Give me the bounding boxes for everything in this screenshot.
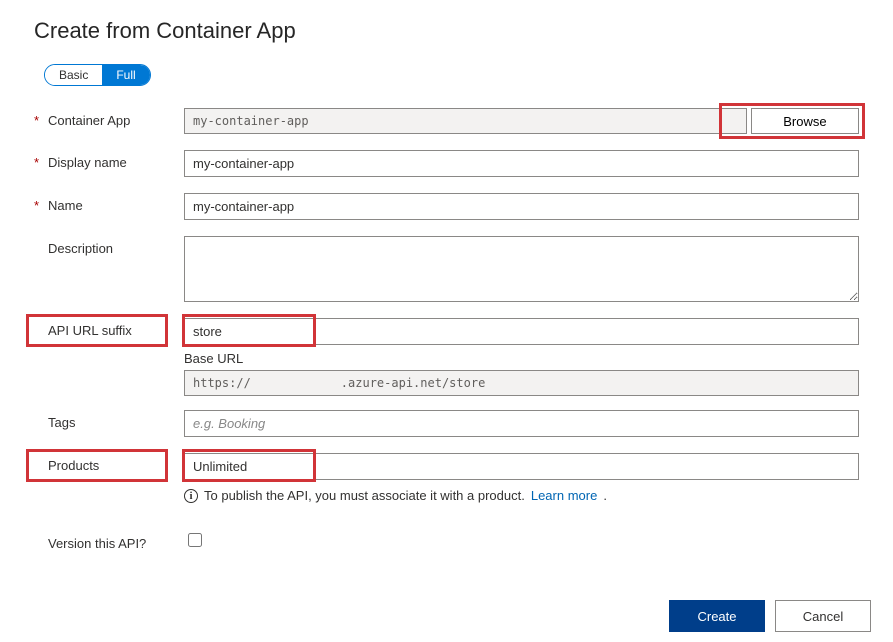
label-name: Name xyxy=(48,198,83,213)
required-star: * xyxy=(34,155,44,170)
row-products: Products To publish the API, you must as… xyxy=(34,453,859,503)
container-app-field xyxy=(184,108,747,134)
row-description: Description xyxy=(34,236,859,302)
base-url-field: https:// .azure-api.net/store xyxy=(184,370,859,396)
version-this-api-checkbox[interactable] xyxy=(188,533,202,547)
row-name: * Name xyxy=(34,193,859,220)
base-url-host: .azure-api.net/store xyxy=(341,376,486,390)
footer: Create Cancel xyxy=(669,600,871,632)
name-field[interactable] xyxy=(184,193,859,220)
label-container-app: Container App xyxy=(48,113,130,128)
products-field[interactable] xyxy=(184,453,859,480)
row-api-url-suffix: API URL suffix Base URL https:// .azure-a… xyxy=(34,318,859,396)
label-description: Description xyxy=(48,241,113,256)
required-star: * xyxy=(34,198,44,213)
label-version-this-api: Version this API? xyxy=(48,536,146,551)
page-title: Create from Container App xyxy=(34,18,859,44)
label-products: Products xyxy=(48,458,99,473)
api-url-suffix-field[interactable] xyxy=(184,318,859,345)
row-tags: Tags xyxy=(34,410,859,437)
row-display-name: * Display name xyxy=(34,150,859,177)
mode-basic[interactable]: Basic xyxy=(45,65,102,85)
row-version-this-api: Version this API? xyxy=(34,531,859,551)
create-button[interactable]: Create xyxy=(669,600,765,632)
label-base-url: Base URL xyxy=(184,351,859,366)
learn-more-link[interactable]: Learn more xyxy=(531,488,597,503)
publish-note: To publish the API, you must associate i… xyxy=(204,488,525,503)
mode-full[interactable]: Full xyxy=(102,65,149,85)
label-display-name: Display name xyxy=(48,155,127,170)
browse-button[interactable]: Browse xyxy=(751,108,859,134)
cancel-button[interactable]: Cancel xyxy=(775,600,871,632)
required-star: * xyxy=(34,113,44,128)
info-icon xyxy=(184,489,198,503)
tags-field[interactable] xyxy=(184,410,859,437)
base-url-scheme: https:// xyxy=(193,376,251,390)
display-name-field[interactable] xyxy=(184,150,859,177)
label-tags: Tags xyxy=(48,415,75,430)
description-field[interactable] xyxy=(184,236,859,302)
mode-toggle[interactable]: Basic Full xyxy=(44,64,151,86)
row-container-app: * Container App Browse xyxy=(34,108,859,134)
label-api-url-suffix: API URL suffix xyxy=(48,323,132,338)
